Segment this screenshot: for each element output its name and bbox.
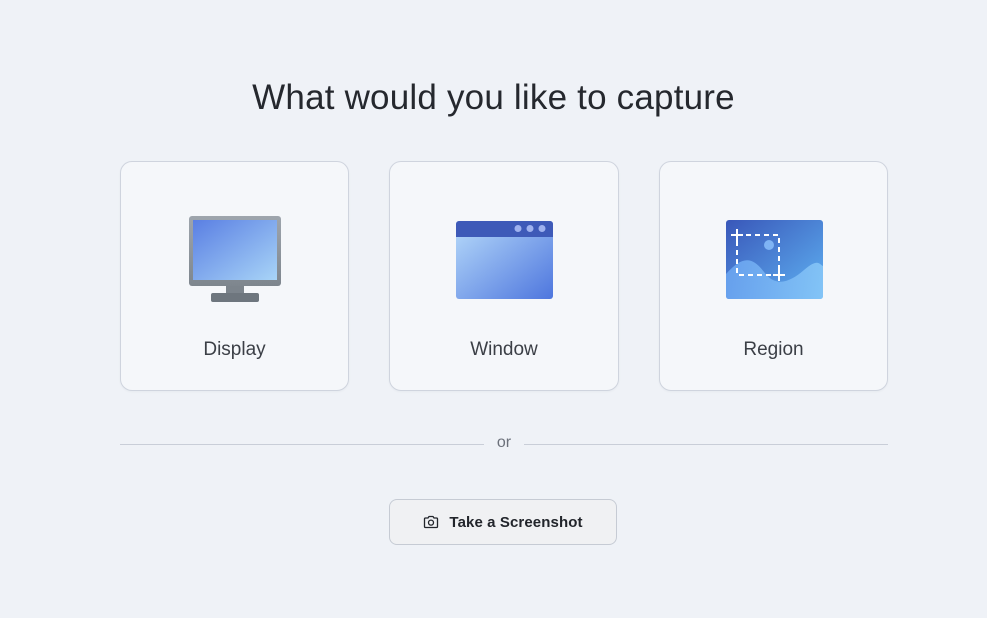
window-option-card[interactable]: Window: [389, 161, 619, 391]
divider-text: or: [496, 434, 512, 451]
region-option-card[interactable]: Region: [659, 161, 888, 391]
camera-icon: [423, 515, 439, 529]
region-option-label: Region: [743, 339, 804, 360]
display-option-card[interactable]: Display: [120, 161, 349, 391]
divider-line-right: [524, 444, 888, 445]
divider-line-left: [120, 444, 484, 445]
display-option-label: Display: [203, 339, 266, 360]
or-divider: or: [120, 434, 888, 454]
window-option-label: Window: [470, 339, 538, 360]
take-screenshot-button[interactable]: Take a Screenshot: [389, 499, 617, 545]
region-select-icon: [724, 216, 824, 306]
page-title: What would you like to capture: [252, 78, 735, 117]
monitor-icon: [185, 216, 285, 306]
capture-options: Display Window Region: [120, 161, 888, 391]
window-icon: [454, 216, 554, 306]
take-screenshot-label: Take a Screenshot: [449, 513, 583, 531]
